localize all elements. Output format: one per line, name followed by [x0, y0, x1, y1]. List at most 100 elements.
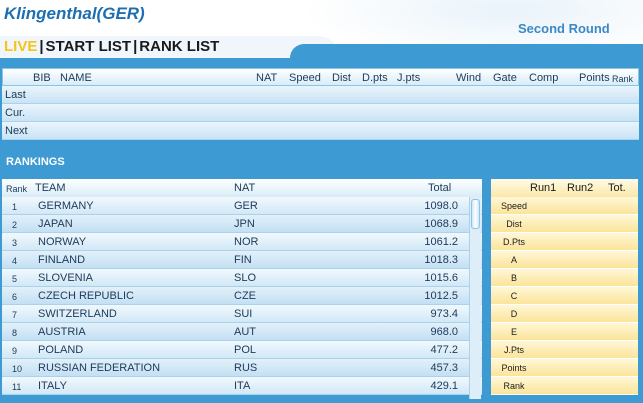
- col-run1: Run1: [530, 182, 557, 194]
- detail-header: Run1 Run2 Tot.: [491, 179, 638, 197]
- nat-cell: SLO: [234, 272, 257, 284]
- table-row[interactable]: 7 SWITZERLAND SUI 973.4: [2, 305, 482, 323]
- rank-cell: 9: [12, 346, 18, 356]
- detail-row: A: [491, 251, 638, 269]
- team-cell: AUSTRIA: [38, 326, 86, 338]
- detail-row-label: Points: [501, 363, 527, 373]
- table-row[interactable]: 10 RUSSIAN FEDERATION RUS 457.3: [2, 359, 482, 377]
- table-row[interactable]: 1 GERMANY GER 1098.0: [2, 197, 482, 215]
- col-dpts: D.pts: [362, 72, 388, 84]
- col-wind: Wind: [456, 72, 482, 84]
- scrollbar-thumb[interactable]: [471, 199, 480, 229]
- nat-cell: CZE: [234, 290, 256, 302]
- col-nat: NAT: [234, 182, 256, 194]
- live-row-next: Next: [2, 122, 639, 140]
- rankings-scrollbar[interactable]: [469, 197, 481, 399]
- col-name: NAME: [60, 72, 92, 84]
- detail-row-label: Rank: [503, 381, 525, 391]
- total-cell: 1015.6: [424, 272, 458, 284]
- table-row[interactable]: 3 NORWAY NOR 1061.2: [2, 233, 482, 251]
- total-cell: 1018.3: [424, 254, 458, 266]
- col-speed: Speed: [289, 72, 321, 84]
- nav-tab-live[interactable]: LIVE: [4, 38, 37, 55]
- table-row[interactable]: 11 ITALY ITA 429.1: [2, 377, 482, 395]
- table-row[interactable]: 4 FINLAND FIN 1018.3: [2, 251, 482, 269]
- col-rank: Rank: [6, 184, 28, 194]
- team-cell: NORWAY: [38, 236, 87, 248]
- table-row[interactable]: 6 CZECH REPUBLIC CZE 1012.5: [2, 287, 482, 305]
- nat-cell: SUI: [234, 308, 253, 320]
- team-cell: CZECH REPUBLIC: [38, 290, 134, 302]
- table-row[interactable]: 2 JAPAN JPN 1068.9: [2, 215, 482, 233]
- detail-rows: Speed Dist D.Pts A B C D E J.Pts Points Rank: [491, 197, 638, 395]
- detail-row: Speed: [491, 197, 638, 215]
- detail-row: Rank: [491, 377, 638, 395]
- rank-cell: 3: [12, 238, 18, 248]
- main-panel: BIB NAME NAT Speed Dist D.pts J.pts Wind…: [0, 58, 643, 403]
- col-run2: Run2: [567, 182, 594, 194]
- nat-cell: POL: [234, 344, 257, 356]
- col-jpts: J.pts: [397, 72, 421, 84]
- col-comp: Comp: [529, 72, 559, 84]
- detail-table: Run1 Run2 Tot. Speed Dist D.Pts A B C D E J.Pts P…: [491, 179, 638, 395]
- team-cell: JAPAN: [38, 218, 73, 230]
- total-cell: 477.2: [430, 344, 458, 356]
- nat-cell: FIN: [234, 254, 252, 266]
- detail-row: B: [491, 269, 638, 287]
- detail-row: D.Pts: [491, 233, 638, 251]
- total-cell: 1012.5: [424, 290, 458, 302]
- rankings-header: Rank TEAM NAT Total: [2, 179, 482, 197]
- live-table-header: BIB NAME NAT Speed Dist D.pts J.pts Wind…: [2, 68, 639, 86]
- rank-cell: 6: [12, 292, 18, 302]
- col-bib: BIB: [33, 72, 51, 84]
- col-team: TEAM: [35, 182, 66, 194]
- rank-cell: 11: [12, 382, 22, 392]
- event-title: Klingenthal(GER): [4, 4, 145, 23]
- col-rank: Rank: [612, 74, 634, 84]
- detail-row: D: [491, 305, 638, 323]
- nat-cell: GER: [234, 200, 258, 212]
- total-cell: 1068.9: [424, 218, 458, 230]
- detail-row-label: B: [510, 273, 517, 283]
- nat-cell: JPN: [234, 218, 255, 230]
- rank-cell: 10: [12, 364, 23, 374]
- detail-row: C: [491, 287, 638, 305]
- nav-separator: |: [133, 38, 138, 55]
- table-row[interactable]: 5 SLOVENIA SLO 1015.6: [2, 269, 482, 287]
- nat-cell: AUT: [234, 326, 256, 338]
- detail-row: Dist: [491, 215, 638, 233]
- rank-cell: 4: [12, 256, 18, 266]
- table-row[interactable]: 8 AUSTRIA AUT 968.0: [2, 323, 482, 341]
- table-row[interactable]: 9 POLAND POL 477.2: [2, 341, 482, 359]
- detail-row: Points: [491, 359, 638, 377]
- team-cell: POLAND: [38, 344, 84, 356]
- total-cell: 429.1: [430, 380, 458, 392]
- total-cell: 457.3: [430, 362, 458, 374]
- nav-items: LIVE | START LIST | RANK LIST: [4, 38, 219, 55]
- rank-cell: 5: [12, 274, 18, 284]
- total-cell: 968.0: [430, 326, 458, 338]
- team-cell: SWITZERLAND: [38, 308, 117, 320]
- nat-cell: RUS: [234, 362, 258, 374]
- total-cell: 973.4: [430, 308, 458, 320]
- team-cell: ITALY: [38, 380, 67, 392]
- col-total: Tot.: [608, 182, 626, 194]
- team-cell: SLOVENIA: [38, 272, 94, 284]
- nav-tab-rank-list[interactable]: RANK LIST: [139, 38, 219, 55]
- rankings-rows: 1 GERMANY GER 1098.0 2 JAPAN JPN 1068.9 3 NORWAY N…: [2, 197, 482, 395]
- team-cell: RUSSIAN FEDERATION: [38, 362, 161, 374]
- nav-tab-start-list[interactable]: START LIST: [46, 38, 132, 55]
- nat-cell: NOR: [234, 236, 259, 248]
- col-gate: Gate: [493, 72, 517, 84]
- total-cell: 1061.2: [424, 236, 458, 248]
- nav-separator: |: [39, 38, 44, 55]
- detail-row-label: C: [510, 291, 518, 301]
- rankings-title: RANKINGS: [6, 156, 65, 168]
- detail-row-label: E: [510, 327, 517, 337]
- col-dist: Dist: [332, 72, 351, 84]
- col-nat: NAT: [256, 72, 278, 84]
- team-cell: GERMANY: [38, 200, 94, 212]
- nat-cell: ITA: [234, 380, 251, 392]
- rank-cell: 1: [12, 202, 18, 212]
- detail-row-label: Speed: [500, 201, 528, 211]
